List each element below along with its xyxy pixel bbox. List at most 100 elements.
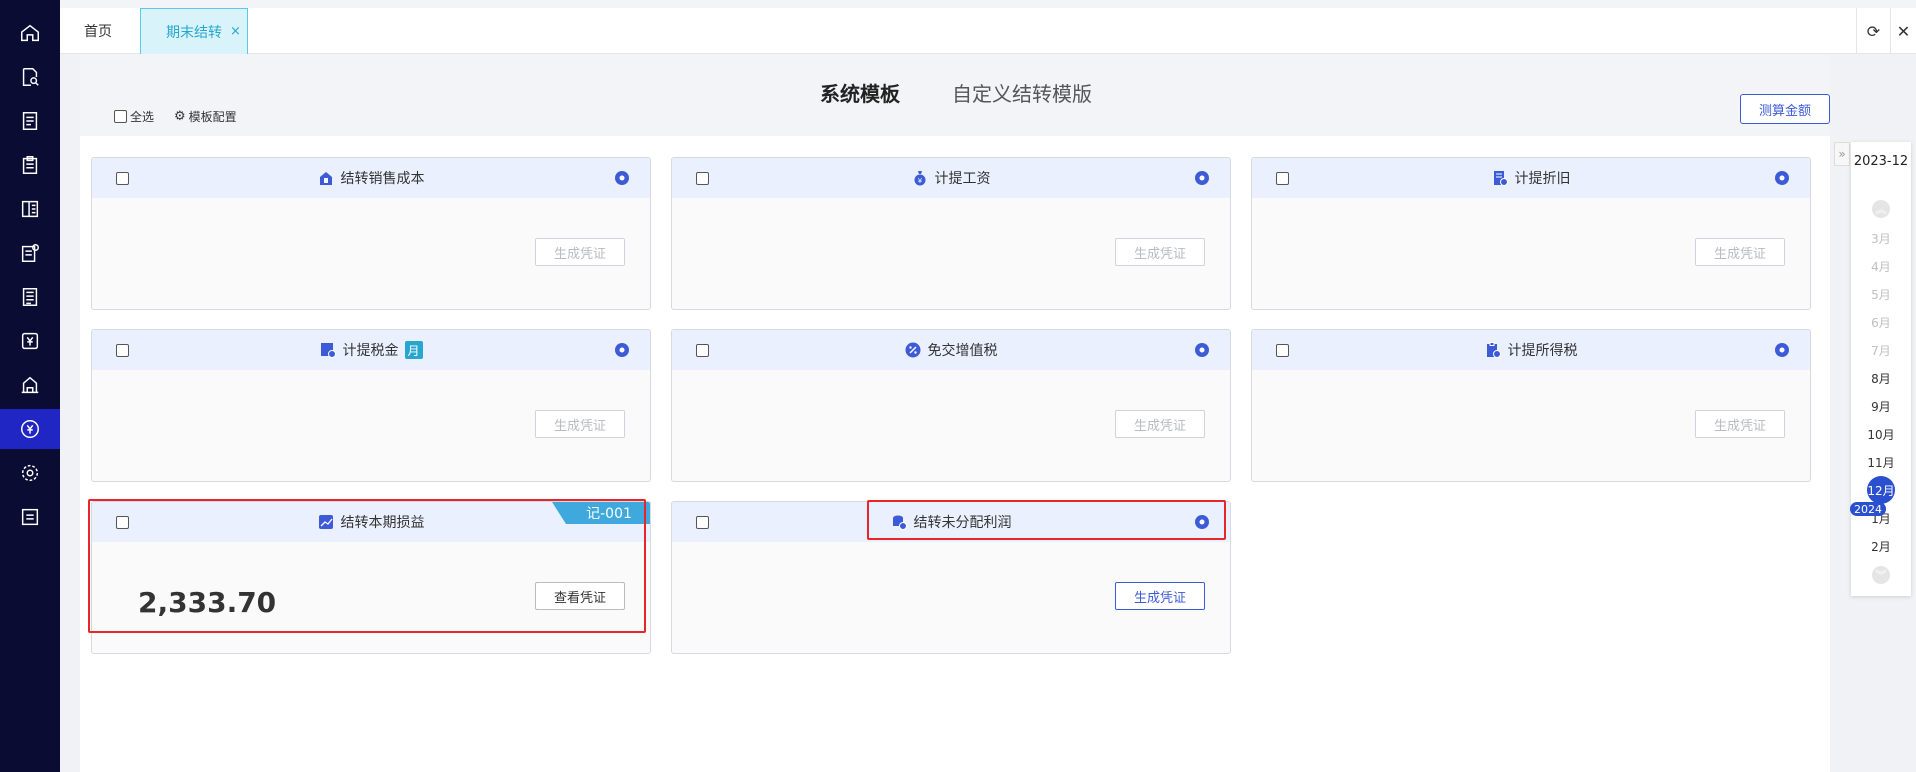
- generate-voucher-button[interactable]: 生成凭证: [1115, 582, 1205, 610]
- card-sales-cost: 结转销售成本 生成凭证: [91, 157, 651, 310]
- profit-loss-amount: 2,333.70: [138, 586, 277, 619]
- tab-home-label: 首页: [84, 24, 112, 40]
- main-panel: 系统模板 自定义结转模版 全选 ⚙ 模板配置 测算金额 结转销售成本 生成凭证 …: [80, 54, 1830, 772]
- card-transfer-undistributed-profit: 结转未分配利润 生成凭证: [671, 501, 1231, 654]
- book-icon[interactable]: [0, 189, 60, 229]
- yen-icon[interactable]: [0, 321, 60, 361]
- card-accrue-depreciation: 计提折旧 生成凭证: [1251, 157, 1811, 310]
- month-item: 7月: [1871, 344, 1891, 358]
- card-settings-icon[interactable]: [1774, 342, 1790, 358]
- year-badge: 2024: [1850, 502, 1886, 516]
- template-config-link[interactable]: ⚙ 模板配置: [174, 108, 237, 125]
- close-glyph: ✕: [1896, 21, 1911, 41]
- left-nav: [0, 0, 60, 772]
- calc-amount-button[interactable]: 测算金额: [1740, 94, 1830, 124]
- card-settings-icon[interactable]: [614, 170, 630, 186]
- card-title-text: 结转未分配利润: [913, 515, 1012, 531]
- building-icon[interactable]: [0, 365, 60, 405]
- card-title-text: 计提所得税: [1507, 343, 1578, 359]
- collapse-panel-icon[interactable]: »: [1834, 142, 1850, 166]
- card-vat-exempt: 免交增值税 生成凭证: [671, 329, 1231, 482]
- voucher-tag[interactable]: 记-001: [552, 502, 650, 524]
- generate-voucher-button[interactable]: 生成凭证: [1695, 238, 1785, 266]
- view-voucher-button[interactable]: 查看凭证: [535, 582, 625, 610]
- month-item-selected[interactable]: 12月: [1867, 476, 1895, 504]
- card-settings-icon[interactable]: [1774, 170, 1790, 186]
- voucher-settings-icon[interactable]: [0, 233, 60, 273]
- house-tag-icon: [318, 170, 334, 186]
- scroll-up-icon[interactable]: ︽: [1872, 200, 1890, 218]
- refresh-icon[interactable]: ⟳: [1856, 8, 1890, 54]
- search-document-icon[interactable]: [0, 57, 60, 97]
- report-icon[interactable]: [0, 277, 60, 317]
- month-item[interactable]: 11月: [1851, 454, 1911, 471]
- card-title-text: 结转销售成本: [340, 171, 425, 187]
- generate-voucher-button[interactable]: 生成凭证: [1115, 410, 1205, 438]
- month-item: 3月: [1871, 232, 1891, 246]
- card-title-text: 计提折旧: [1514, 171, 1571, 187]
- select-all-checkbox[interactable]: [114, 110, 127, 123]
- card-title: 结转销售成本: [92, 158, 650, 198]
- select-all[interactable]: 全选: [114, 108, 154, 125]
- clipboard-icon[interactable]: [0, 145, 60, 185]
- card-accrue-tax: 计提税金 月 生成凭证: [91, 329, 651, 482]
- template-config-label: 模板配置: [188, 110, 237, 124]
- home-icon[interactable]: [0, 13, 60, 53]
- generate-voucher-button[interactable]: 生成凭证: [535, 238, 625, 266]
- card-title: ¥ 计提工资: [672, 158, 1230, 198]
- tab-period-end-transfer[interactable]: 期末结转 ×: [140, 8, 248, 54]
- month-item[interactable]: 8月: [1851, 370, 1911, 387]
- chart-icon: [318, 514, 334, 530]
- monthly-badge: 月: [404, 341, 423, 359]
- card-settings-icon[interactable]: [614, 342, 630, 358]
- card-title: 计提折旧: [1252, 158, 1810, 198]
- list-icon[interactable]: [0, 497, 60, 537]
- select-all-label: 全选: [130, 110, 155, 124]
- clipboard-tax-icon: [1485, 342, 1501, 358]
- month-item: 6月: [1871, 316, 1891, 330]
- generate-voucher-button[interactable]: 生成凭证: [1695, 410, 1785, 438]
- tab-active-label: 期末结转: [166, 24, 222, 41]
- card-title: 免交增值税: [672, 330, 1230, 370]
- card-settings-icon[interactable]: [1194, 342, 1210, 358]
- card-title: 结转未分配利润: [672, 502, 1230, 542]
- month-item: 5月: [1871, 288, 1891, 302]
- tab-home[interactable]: 首页: [84, 8, 112, 54]
- card-accrue-income-tax: 计提所得税 生成凭证: [1251, 329, 1811, 482]
- period-year-month[interactable]: 2023-12: [1851, 154, 1911, 169]
- month-item[interactable]: 2月: [1851, 538, 1911, 555]
- card-title-text: 计提税金: [342, 343, 399, 359]
- card-title-text: 计提工资: [934, 171, 991, 187]
- period-selector: 2023-12 ︽ 3月 4月 5月 6月 7月 8月 9月 10月 11月 1…: [1851, 142, 1911, 596]
- month-item: 4月: [1871, 260, 1891, 274]
- generate-voucher-button[interactable]: 生成凭证: [1115, 238, 1205, 266]
- settings-icon[interactable]: [0, 453, 60, 493]
- svg-text:¥: ¥: [917, 177, 922, 185]
- tab-bar: 首页 期末结转 × ⟳ ✕: [60, 8, 1916, 54]
- ledger-icon[interactable]: [0, 101, 60, 141]
- yen-circle-icon[interactable]: [0, 409, 60, 449]
- top-strip: [60, 0, 1916, 8]
- month-item[interactable]: 10月: [1851, 426, 1911, 443]
- money-bag-icon: ¥: [912, 170, 928, 186]
- tab-close-icon[interactable]: ×: [230, 24, 241, 39]
- generate-voucher-button[interactable]: 生成凭证: [535, 410, 625, 438]
- tab-custom-templates[interactable]: 自定义结转模版: [952, 78, 1092, 107]
- document-clock-icon: [1492, 170, 1508, 186]
- gear-icon: ⚙: [174, 109, 186, 124]
- percent-icon: [905, 342, 921, 358]
- close-all-icon[interactable]: ✕: [1890, 8, 1916, 54]
- card-settings-icon[interactable]: [1194, 514, 1210, 530]
- card-transfer-profit-loss: 结转本期损益 记-001 2,333.70 查看凭证: [91, 501, 651, 654]
- card-settings-icon[interactable]: [1194, 170, 1210, 186]
- tab-system-templates[interactable]: 系统模板: [820, 78, 900, 107]
- card-title: 计提所得税: [1252, 330, 1810, 370]
- month-item[interactable]: 9月: [1851, 398, 1911, 415]
- scroll-down-icon[interactable]: ︾: [1872, 566, 1890, 584]
- refresh-glyph: ⟳: [1866, 21, 1881, 41]
- card-title: 计提税金 月: [92, 330, 650, 370]
- card-accrue-salary: ¥ 计提工资 生成凭证: [671, 157, 1231, 310]
- tax-icon: [320, 342, 336, 358]
- card-title-text: 结转本期损益: [340, 515, 425, 531]
- coins-icon: [891, 514, 907, 530]
